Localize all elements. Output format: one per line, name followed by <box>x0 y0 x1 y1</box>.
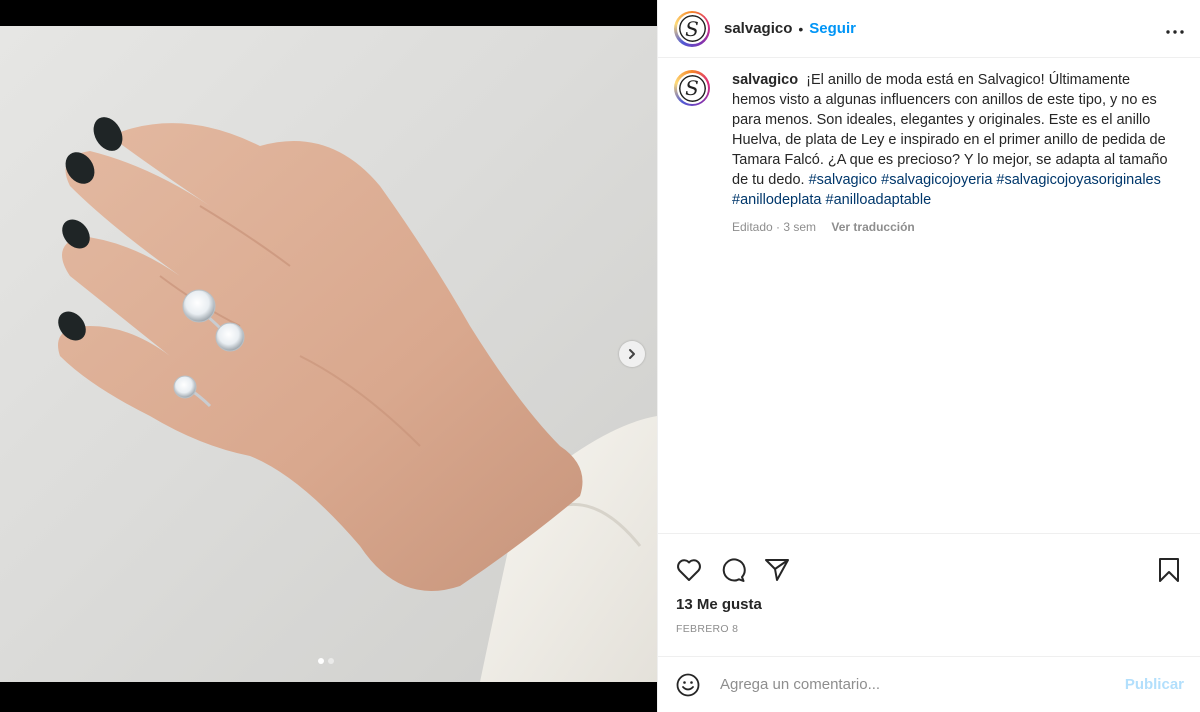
carousel-indicator <box>318 658 334 664</box>
post-media <box>0 0 657 712</box>
see-translation-link[interactable]: Ver traducción <box>831 220 914 234</box>
post-date: FEBRERO 8 <box>676 623 739 635</box>
follow-button[interactable]: Seguir <box>809 20 856 37</box>
save-button[interactable] <box>1154 555 1184 585</box>
avatar[interactable]: S <box>674 10 710 47</box>
edited-timestamp: Editado · 3 sem <box>732 220 817 234</box>
hashtag-link[interactable]: #salvagicojoyasoriginales <box>996 172 1160 188</box>
caption-avatar[interactable]: S <box>674 70 710 106</box>
post-header: S salvagico • Seguir <box>658 0 1200 58</box>
likes-count[interactable]: 13 Me gusta <box>658 592 1200 613</box>
carousel-dot <box>328 658 334 664</box>
header-username[interactable]: salvagico <box>724 20 792 37</box>
post-photo[interactable] <box>0 26 657 682</box>
chevron-right-icon <box>629 349 635 359</box>
caption-block: S salvagico ¡El anillo de moda está en S… <box>674 70 1184 234</box>
next-slide-button[interactable] <box>619 341 645 367</box>
more-options-icon[interactable] <box>1166 18 1184 39</box>
caption-username[interactable]: salvagico <box>732 72 798 88</box>
emoji-icon <box>676 673 700 696</box>
share-button[interactable] <box>762 555 792 585</box>
paper-plane-icon <box>765 559 789 581</box>
comment-icon <box>722 558 746 582</box>
caption-body: ¡El anillo de moda está en Salvagico! Úl… <box>732 72 1168 188</box>
hashtag-link[interactable]: #salvagico <box>809 172 878 188</box>
hashtag-link[interactable]: #anillodeplata <box>732 192 822 208</box>
avatar-logo: S <box>676 13 708 44</box>
publish-button[interactable]: Publicar <box>1125 676 1184 693</box>
heart-icon <box>677 559 701 581</box>
header-separator: • <box>798 20 804 37</box>
comment-bar: Publicar <box>658 656 1200 712</box>
caption-text: salvagico ¡El anillo de moda está en Sal… <box>732 70 1172 210</box>
carousel-dot-active <box>318 658 324 664</box>
comment-button[interactable] <box>718 555 748 585</box>
hashtag-link[interactable]: #anilloadaptable <box>826 192 932 208</box>
caption-avatar-logo: S <box>676 72 708 104</box>
hand-ring-photo <box>58 117 657 682</box>
comment-input[interactable] <box>720 676 1125 693</box>
post-panel: S salvagico • Seguir S salvagico ¡El ani… <box>657 0 1200 712</box>
like-button[interactable] <box>674 555 704 585</box>
bookmark-icon <box>1159 558 1179 582</box>
caption-meta: Editado · 3 sem Ver traducción <box>732 220 1172 234</box>
emoji-button[interactable] <box>674 671 702 699</box>
action-buttons <box>658 534 1200 592</box>
actions-section: 13 Me gusta FEBRERO 8 <box>658 533 1200 635</box>
hashtag-link[interactable]: #salvagicojoyeria <box>881 172 992 188</box>
